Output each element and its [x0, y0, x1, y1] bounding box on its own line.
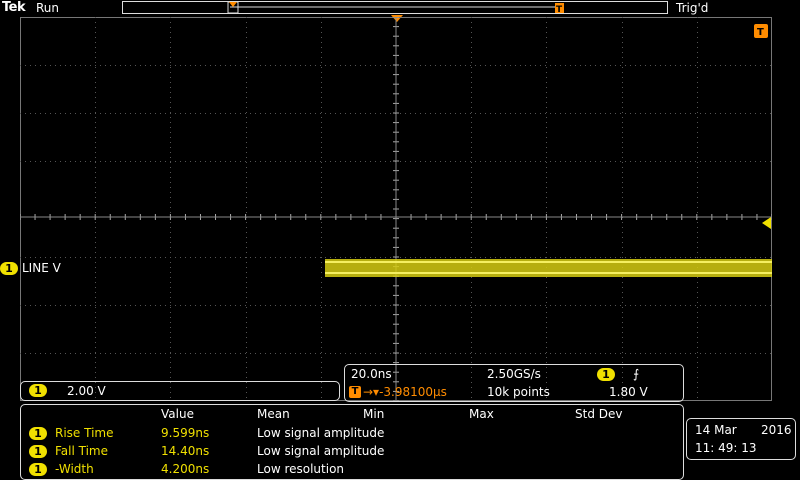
- measurement-value: 14.40ns: [161, 444, 210, 458]
- channel-1-label: LINE V: [22, 261, 61, 275]
- clock-time: 11: 49: 13: [695, 441, 757, 455]
- time-per-div: 20.0ns: [351, 367, 392, 381]
- channel-1-badge: 1: [0, 262, 18, 275]
- measure-header-max: Max: [469, 407, 494, 421]
- measurements-panel[interactable]: Value Mean Min Max Std Dev 1 Rise Time 9…: [20, 404, 684, 480]
- measurement-row[interactable]: 1 Rise Time 9.599ns Low signal amplitude: [21, 425, 681, 443]
- measure-header-mean: Mean: [257, 407, 290, 421]
- channel-1-marker[interactable]: 1: [0, 261, 18, 275]
- measurement-channel-badge: 1: [29, 463, 47, 476]
- measurement-mean: Low signal amplitude: [257, 426, 385, 440]
- record-view-graphic: T: [227, 1, 564, 14]
- channel-scale-value: 2.00 V: [67, 384, 106, 398]
- trigger-slope-icon: ⨍: [633, 367, 640, 381]
- trigger-position: →▾-3.98100µs: [363, 385, 447, 399]
- measurement-name: Rise Time: [55, 426, 114, 440]
- timebase-panel[interactable]: 20.0ns 2.50GS/s 1 ⨍ T →▾-3.98100µs 10k p…: [344, 364, 684, 402]
- status-bar: Tek Run T Trig'd: [0, 0, 800, 16]
- trigger-time-icon: T: [349, 386, 361, 398]
- measure-header-std-dev: Std Dev: [575, 407, 623, 421]
- measurement-row[interactable]: 1 Fall Time 14.40ns Low signal amplitude: [21, 443, 681, 461]
- trigger-state: Trig'd: [676, 1, 709, 15]
- measurement-row[interactable]: 1 -Width 4.200ns Low resolution: [21, 461, 681, 479]
- datetime-panel[interactable]: 14 Mar 2016 11: 49: 13: [686, 418, 796, 460]
- brand-logo: Tek: [2, 0, 26, 15]
- date-year: 2016: [761, 423, 792, 437]
- measurement-mean: Low resolution: [257, 462, 345, 476]
- measurement-name: Fall Time: [55, 444, 109, 458]
- measurement-channel-badge: 1: [29, 427, 47, 440]
- record-view-bar[interactable]: T: [122, 1, 668, 14]
- channel-scale-panel[interactable]: 1 2.00 V: [20, 381, 340, 401]
- date-day: 14 Mar: [695, 423, 737, 437]
- measure-header-value: Value: [161, 407, 194, 421]
- run-state[interactable]: Run: [36, 1, 59, 15]
- record-length: 10k points: [487, 385, 550, 399]
- measurement-value: 9.599ns: [161, 426, 210, 440]
- trigger-source-badge: 1: [597, 368, 615, 381]
- measurement-value: 4.200ns: [161, 462, 210, 476]
- trigger-level: 1.80 V: [609, 385, 648, 399]
- channel-1-badge: 1: [29, 384, 47, 397]
- measurement-name: -Width: [55, 462, 94, 476]
- measure-header-min: Min: [363, 407, 385, 421]
- sample-rate: 2.50GS/s: [487, 367, 541, 381]
- graticule: [20, 17, 772, 401]
- svg-text:T: T: [556, 5, 563, 14]
- measurement-mean: Low signal amplitude: [257, 444, 385, 458]
- measurement-channel-badge: 1: [29, 445, 47, 458]
